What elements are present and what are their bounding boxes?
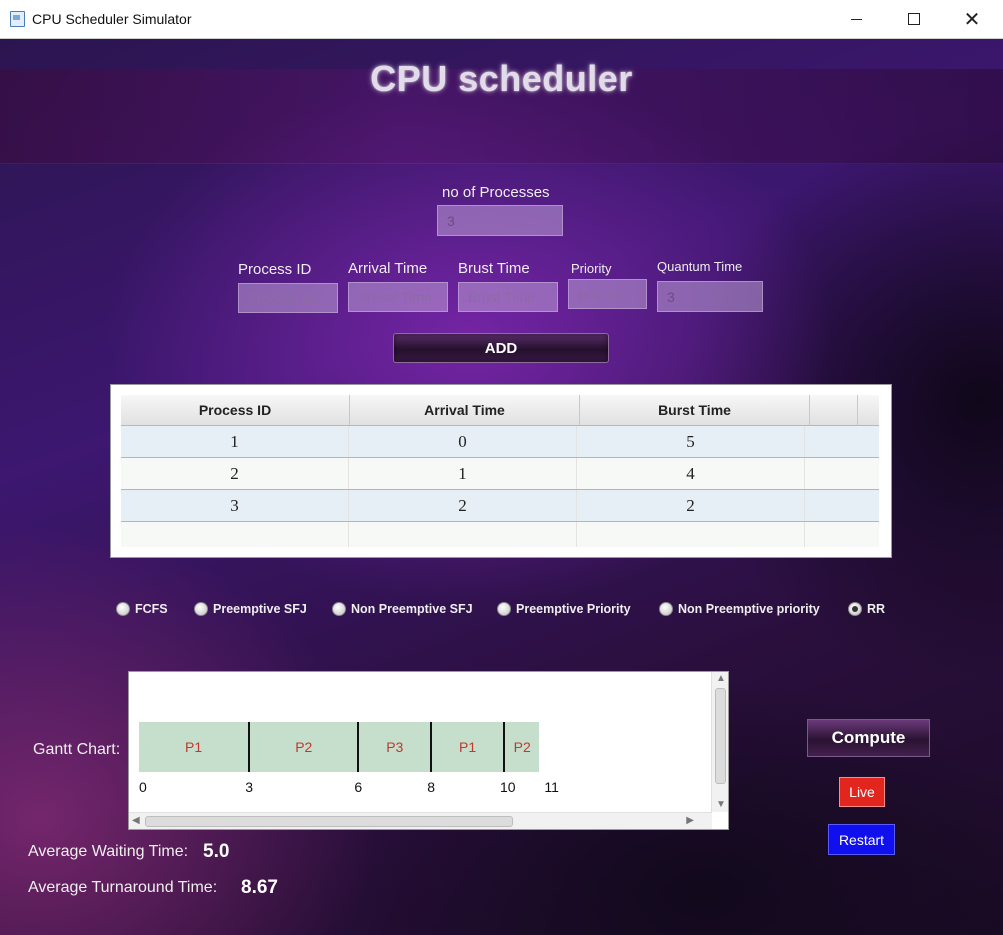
avg-turnaround-label: Average Turnaround Time:	[28, 879, 218, 896]
column-header-arrival-time[interactable]: Arrival Time	[350, 395, 580, 425]
cell-burst-time: 2	[577, 490, 805, 521]
radio-button-icon[interactable]	[194, 602, 208, 616]
cell-arrival-time: 1	[349, 458, 577, 489]
num-processes-label: no of Processes	[442, 184, 550, 201]
add-button[interactable]: ADD	[393, 333, 609, 363]
maximize-button[interactable]	[885, 0, 943, 38]
vertical-scrollbar[interactable]: ▲ ▼	[711, 672, 728, 812]
cell-empty	[577, 522, 805, 547]
gantt-tick-label: 6	[354, 779, 363, 795]
gantt-segment-p3: P3	[357, 722, 431, 772]
compute-button[interactable]: Compute	[807, 719, 930, 757]
horizontal-scrollbar[interactable]: ◀ ▶	[129, 812, 712, 829]
gantt-tick-label: 11	[544, 779, 559, 795]
scroll-right-icon[interactable]: ▶	[686, 816, 694, 826]
restart-button[interactable]: Restart	[828, 824, 895, 855]
table-row[interactable]: 2 1 4	[121, 458, 879, 490]
column-header-burst-time[interactable]: Burst Time	[580, 395, 810, 425]
gantt-bars: P1 P2 P3 P1 P2	[139, 722, 540, 772]
priority-input[interactable]	[568, 279, 647, 309]
cell-arrival-time: 0	[349, 426, 577, 457]
arrival-time-label: Arrival Time	[348, 260, 428, 277]
horizontal-scroll-thumb[interactable]	[145, 816, 513, 827]
column-header-extra	[810, 395, 858, 425]
radio-button-icon[interactable]	[332, 602, 346, 616]
radio-non-preemptive-priority[interactable]: Non Preemptive priority	[659, 602, 820, 616]
burst-time-label: Brust Time	[458, 260, 530, 277]
cell-process-id: 3	[121, 490, 349, 521]
radio-label: FCFS	[135, 602, 168, 616]
quantum-time-label: Quantum Time	[657, 259, 743, 274]
cell-burst-time: 4	[577, 458, 805, 489]
close-button[interactable]: ✕	[943, 0, 1001, 38]
gantt-segment-p1: P1	[430, 722, 503, 772]
cell-arrival-time: 2	[349, 490, 577, 521]
window-title: CPU Scheduler Simulator	[32, 11, 192, 27]
gantt-tick-label: 8	[427, 779, 435, 795]
priority-label: Priority	[571, 261, 612, 276]
radio-non-preemptive-sjf[interactable]: Non Preemptive SFJ	[332, 602, 473, 616]
page-title: CPU scheduler	[370, 58, 633, 99]
radio-preemptive-priority[interactable]: Preemptive Priority	[497, 602, 631, 616]
avg-turnaround-value: 8.67	[241, 877, 278, 898]
gantt-chart-label: Gantt Chart:	[33, 741, 121, 758]
scroll-left-icon[interactable]: ◀	[132, 816, 140, 826]
gantt-tick-label: 0	[139, 779, 147, 795]
radio-button-icon[interactable]	[116, 602, 130, 616]
column-header-process-id[interactable]: Process ID	[121, 395, 350, 425]
radio-rr[interactable]: RR	[848, 602, 885, 616]
window-titlebar: CPU Scheduler Simulator ✕	[0, 0, 1003, 39]
arrival-time-input[interactable]	[348, 282, 448, 312]
scroll-up-icon[interactable]: ▲	[716, 674, 726, 684]
gantt-segment-p2: P2	[503, 722, 540, 772]
process-table: Process ID Arrival Time Burst Time 1 0 5…	[110, 384, 892, 558]
radio-label: RR	[867, 602, 886, 616]
radio-fcfs[interactable]: FCFS	[116, 602, 168, 616]
process-id-input[interactable]	[238, 283, 338, 313]
close-icon: ✕	[963, 7, 981, 31]
avg-waiting-label: Average Waiting Time:	[28, 843, 189, 860]
scroll-down-icon[interactable]: ▼	[716, 800, 726, 810]
app-window-icon	[10, 11, 25, 27]
maximize-icon	[908, 13, 920, 25]
quantum-time-input[interactable]	[657, 281, 763, 312]
gantt-segment-p2: P2	[248, 722, 358, 772]
gantt-segment-p1: P1	[139, 722, 249, 772]
cell-empty	[349, 522, 577, 547]
cell-process-id: 2	[121, 458, 349, 489]
radio-button-selected-icon[interactable]	[848, 602, 862, 616]
radio-label: Preemptive SFJ	[213, 602, 307, 616]
radio-preemptive-sjf[interactable]: Preemptive SFJ	[194, 602, 307, 616]
num-processes-input[interactable]	[437, 205, 563, 236]
table-row[interactable]: 3 2 2	[121, 490, 879, 522]
minimize-icon	[850, 18, 862, 20]
gantt-chart: P1 P2 P3 P1 P2 0 3 6 8 10 11 ▲ ▼ ◀ ▶	[128, 671, 729, 830]
radio-label: Non Preemptive priority	[678, 602, 820, 616]
table-header: Process ID Arrival Time Burst Time	[121, 395, 879, 426]
avg-waiting-value: 5.0	[203, 841, 230, 862]
radio-button-icon[interactable]	[659, 602, 673, 616]
radio-button-icon[interactable]	[497, 602, 511, 616]
cell-burst-time: 5	[577, 426, 805, 457]
vertical-scroll-thumb[interactable]	[715, 688, 726, 784]
table-row-empty	[121, 522, 879, 547]
table-row[interactable]: 1 0 5	[121, 426, 879, 458]
cell-empty	[121, 522, 349, 547]
gantt-tick-label: 3	[245, 779, 253, 795]
burst-time-input[interactable]	[458, 282, 558, 312]
gantt-tick-label: 10	[500, 779, 516, 795]
radio-label: Preemptive Priority	[516, 602, 631, 616]
cell-process-id: 1	[121, 426, 349, 457]
radio-label: Non Preemptive SFJ	[351, 602, 473, 616]
live-button[interactable]: Live	[839, 777, 885, 807]
minimize-button[interactable]	[827, 0, 885, 38]
process-id-label: Process ID	[238, 261, 312, 278]
